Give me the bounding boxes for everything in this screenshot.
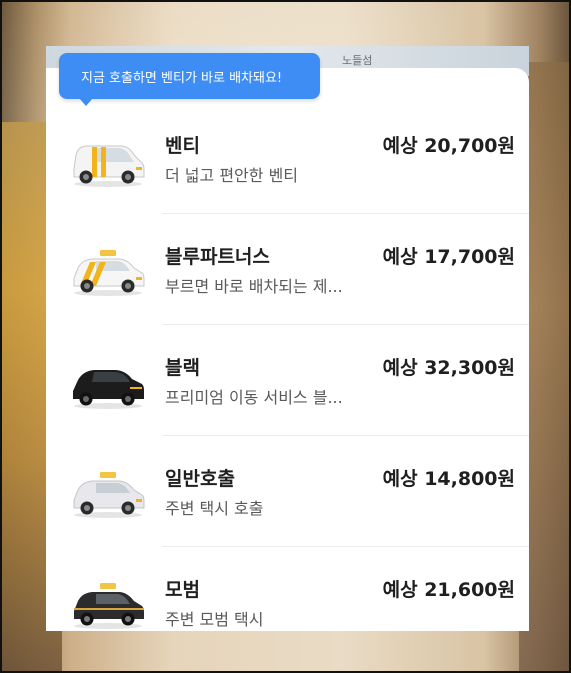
option-description: 주변 모범 택시 bbox=[165, 610, 264, 629]
option-description: 더 넓고 편안한 벤티 bbox=[165, 166, 299, 185]
option-name: 일반호출 bbox=[165, 468, 235, 490]
option-name: 모범 bbox=[165, 579, 200, 601]
ride-options-sheet: 벤티 더 넓고 편안한 벤티 예상 20,700원 블루파트너스 부르면 바로 … bbox=[46, 68, 529, 631]
option-price: 예상 32,300원 bbox=[382, 357, 515, 379]
venti-promo-tooltip[interactable]: 지금 호출하면 벤티가 바로 배차돼요! bbox=[59, 53, 320, 99]
option-description: 부르면 바로 배차되는 제... bbox=[165, 277, 343, 296]
ride-option-venti[interactable]: 벤티 더 넓고 편안한 벤티 예상 20,700원 bbox=[46, 103, 529, 214]
standard-taxi-icon bbox=[73, 472, 145, 518]
option-name: 벤티 bbox=[165, 135, 200, 157]
tooltip-tail bbox=[79, 98, 93, 106]
option-price: 예상 14,800원 bbox=[382, 468, 515, 490]
ride-option-blue-partners[interactable]: 블루파트너스 부르면 바로 배차되는 제... 예상 17,700원 bbox=[46, 214, 529, 325]
option-description: 프리미엄 이동 서비스 블... bbox=[165, 388, 343, 407]
black-sedan-icon bbox=[73, 370, 144, 409]
screen-frame: 노들섬 지금 호출하면 벤티가 바로 배차돼요! 벤티 더 넓고 편안한 벤티 … bbox=[0, 0, 571, 673]
deluxe-taxi-icon bbox=[74, 583, 144, 629]
ride-option-standard[interactable]: 일반호출 주변 택시 호출 예상 14,800원 bbox=[46, 436, 529, 547]
option-price: 예상 17,700원 bbox=[382, 246, 515, 268]
option-name: 블랙 bbox=[165, 357, 200, 379]
option-description: 주변 택시 호출 bbox=[165, 499, 264, 518]
ride-option-deluxe[interactable]: 모범 주변 모범 택시 예상 21,600원 bbox=[46, 547, 529, 631]
map-place-label: 노들섬 bbox=[342, 54, 373, 67]
venti-van-icon bbox=[73, 145, 145, 187]
blue-taxi-icon bbox=[73, 250, 145, 296]
ride-option-black[interactable]: 블랙 프리미엄 이동 서비스 블... 예상 32,300원 bbox=[46, 325, 529, 436]
option-name: 블루파트너스 bbox=[165, 246, 270, 268]
option-price: 예상 20,700원 bbox=[382, 135, 515, 157]
option-price: 예상 21,600원 bbox=[382, 579, 515, 601]
